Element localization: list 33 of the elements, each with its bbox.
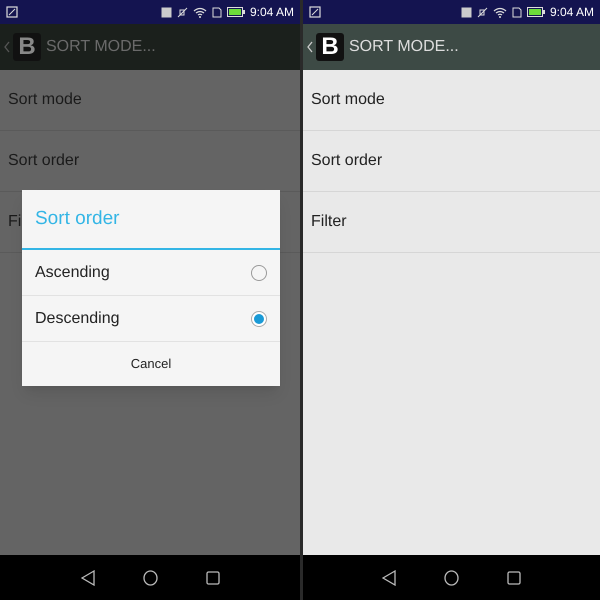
battery-icon bbox=[526, 7, 545, 17]
radio-button[interactable] bbox=[251, 310, 267, 326]
image-notification-icon bbox=[6, 6, 18, 18]
clock-time: 9:04 AM bbox=[250, 4, 294, 21]
sim-icon bbox=[212, 6, 222, 18]
battery-icon bbox=[226, 7, 245, 17]
preference-item[interactable]: Sort order bbox=[303, 131, 600, 192]
preference-item[interactable]: Filter bbox=[303, 192, 600, 253]
wifi-icon bbox=[492, 6, 507, 18]
back-nav-icon[interactable] bbox=[382, 570, 396, 586]
home-nav-icon[interactable] bbox=[142, 570, 158, 586]
option-label: Descending bbox=[35, 308, 120, 328]
mute-icon bbox=[476, 6, 488, 18]
home-nav-icon[interactable] bbox=[444, 570, 459, 586]
sim-icon bbox=[512, 6, 522, 18]
wifi-icon bbox=[192, 6, 207, 18]
back-nav-icon[interactable] bbox=[80, 570, 94, 586]
clock-time: 9:04 AM bbox=[550, 4, 594, 21]
cancel-button[interactable]: Cancel bbox=[22, 342, 280, 386]
radio-option[interactable]: Ascending bbox=[22, 250, 280, 296]
image-notification-icon bbox=[309, 6, 321, 18]
radio-button[interactable] bbox=[251, 264, 267, 280]
option-label: Ascending bbox=[35, 262, 111, 282]
recents-nav-icon[interactable] bbox=[206, 570, 220, 584]
screen-title: SORT MODE... bbox=[46, 37, 156, 57]
app-logo: B bbox=[13, 33, 41, 61]
screen-title: SORT MODE... bbox=[349, 37, 459, 57]
recents-nav-icon[interactable] bbox=[507, 570, 521, 584]
dialog-title: Sort order bbox=[22, 190, 280, 250]
app-logo: B bbox=[316, 33, 344, 61]
mute-icon bbox=[176, 6, 188, 18]
preference-item[interactable]: Sort mode bbox=[303, 70, 600, 131]
radio-option[interactable]: Descending bbox=[22, 296, 280, 342]
